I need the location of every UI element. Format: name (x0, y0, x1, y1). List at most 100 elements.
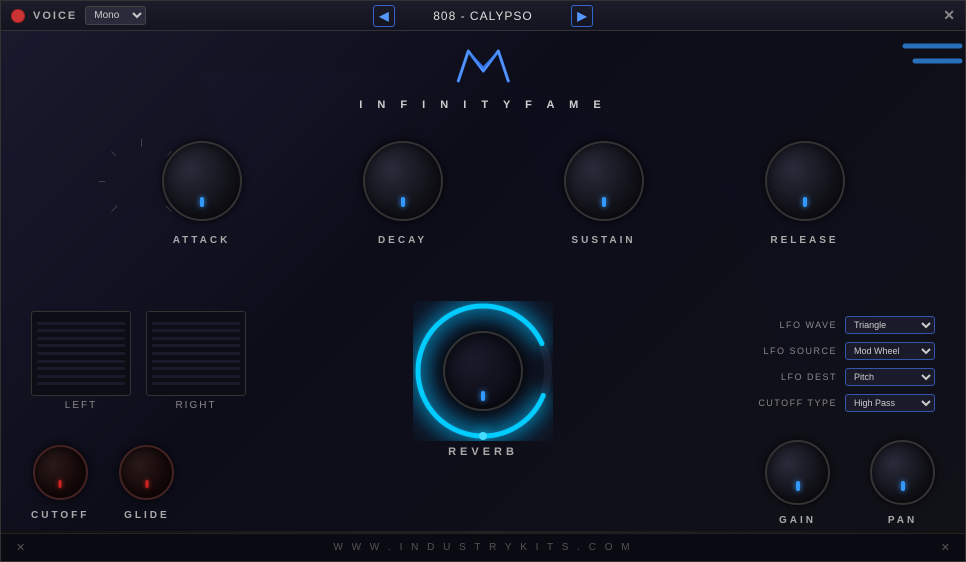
attack-knob[interactable] (162, 141, 242, 221)
pan-group: PAN (870, 440, 935, 526)
nav-prev-button[interactable]: ◀ (373, 5, 395, 27)
lfo-wave-row: LFO WAVE Triangle Sine Square Sawtooth (752, 316, 935, 334)
panel-line (152, 367, 240, 370)
panel-line (152, 360, 240, 363)
panel-line (152, 329, 240, 332)
panel-line (37, 344, 125, 347)
top-bar-right: ✕ (943, 7, 955, 25)
cutoff-indicator (59, 480, 62, 488)
glide-group: GLIDE (119, 445, 174, 521)
footer: ✕ W W W . I N D U S T R Y K I T S . C O … (1, 533, 965, 561)
corner-decoration (885, 31, 965, 111)
left-panel (31, 311, 131, 396)
sustain-knob[interactable] (564, 141, 644, 221)
pan-label: PAN (888, 515, 917, 526)
nav-section: ◀ 808 - CALYPSO ▶ (373, 5, 593, 27)
right-panel-label: RIGHT (175, 400, 216, 411)
decay-label: DECAY (378, 235, 427, 246)
topbar-close-button[interactable]: ✕ (943, 7, 955, 23)
panel-line (152, 322, 240, 325)
panel-line (37, 367, 125, 370)
plugin-container: VOICE Mono Poly Legato ◀ 808 - CALYPSO ▶… (0, 0, 966, 562)
panel-line (152, 382, 240, 385)
lfo-dest-row: LFO DEST Pitch Cutoff Volume (752, 368, 935, 386)
release-indicator (803, 197, 807, 207)
panel-line (37, 329, 125, 332)
decay-knob[interactable] (363, 141, 443, 221)
gain-knob[interactable] (765, 440, 830, 505)
glide-indicator (145, 480, 148, 488)
right-panel-lines (147, 312, 245, 395)
reverb-knob[interactable] (443, 331, 523, 411)
attack-indicator (200, 197, 204, 207)
gain-label: GAIN (779, 515, 816, 526)
right-panel-group: RIGHT (146, 311, 246, 411)
lfo-source-label: LFO SOURCE (752, 346, 837, 356)
sustain-indicator (602, 197, 606, 207)
lfo-wave-select[interactable]: Triangle Sine Square Sawtooth (845, 316, 935, 334)
panels-row: LEFT RIGHT (31, 311, 246, 411)
panel-line (37, 382, 125, 385)
cutoff-type-label: CUTOFF TYPE (752, 398, 837, 408)
footer-close-right[interactable]: ✕ (941, 541, 950, 554)
preset-name: 808 - CALYPSO (403, 9, 563, 23)
left-panel-group: LEFT (31, 311, 131, 411)
pan-knob[interactable] (870, 440, 935, 505)
panel-line (37, 352, 125, 355)
logo-text: I N F I N I T Y F A M E (359, 99, 606, 111)
panels-container: LEFT RIGHT (31, 311, 246, 411)
cutoff-group: CUTOFF (31, 445, 89, 521)
adsr-area: ATTACK DECAY SUSTAIN RELEASE (101, 141, 905, 256)
gain-indicator (796, 481, 800, 491)
top-bar-left: VOICE Mono Poly Legato (11, 6, 146, 25)
logo-svg (448, 36, 518, 91)
release-knob[interactable] (765, 141, 845, 221)
panel-line (37, 322, 125, 325)
lfo-dest-label: LFO DEST (752, 372, 837, 382)
lfo-dest-select[interactable]: Pitch Cutoff Volume (845, 368, 935, 386)
lfo-source-row: LFO SOURCE Mod Wheel Velocity Aftertouch (752, 342, 935, 360)
voice-label: VOICE (33, 10, 77, 22)
top-bar: VOICE Mono Poly Legato ◀ 808 - CALYPSO ▶… (1, 1, 965, 31)
cutoff-type-row: CUTOFF TYPE High Pass Low Pass Band Pass… (752, 394, 935, 412)
pan-indicator (901, 481, 905, 491)
gain-group: GAIN (765, 440, 830, 526)
decay-indicator (401, 197, 405, 207)
sustain-group: SUSTAIN (564, 141, 644, 246)
reverb-area: REVERB (413, 301, 553, 458)
attack-label: ATTACK (173, 235, 231, 246)
attack-group: ATTACK (162, 141, 242, 246)
reverb-ring (413, 301, 553, 441)
panel-line (152, 344, 240, 347)
sustain-label: SUSTAIN (571, 235, 635, 246)
cutoff-type-select[interactable]: High Pass Low Pass Band Pass Notch (845, 394, 935, 412)
lfo-source-select[interactable]: Mod Wheel Velocity Aftertouch (845, 342, 935, 360)
logo-area: I N F I N I T Y F A M E (359, 36, 606, 111)
left-panel-label: LEFT (65, 400, 97, 411)
glide-label: GLIDE (124, 510, 170, 521)
left-panel-lines (32, 312, 130, 395)
lfo-wave-label: LFO WAVE (752, 320, 837, 330)
close-button[interactable] (11, 9, 25, 23)
right-panel (146, 311, 246, 396)
cutoff-label: CUTOFF (31, 510, 89, 521)
panel-line (37, 375, 125, 378)
glide-knob[interactable] (119, 445, 174, 500)
bottom-right-knobs: GAIN PAN (765, 440, 935, 526)
panel-line (152, 337, 240, 340)
cutoff-knob[interactable] (33, 445, 88, 500)
panel-line (152, 352, 240, 355)
lfo-area: LFO WAVE Triangle Sine Square Sawtooth L… (752, 316, 935, 412)
footer-url: W W W . I N D U S T R Y K I T S . C O M (333, 542, 632, 553)
release-label: RELEASE (770, 235, 838, 246)
panel-line (37, 360, 125, 363)
nav-next-button[interactable]: ▶ (571, 5, 593, 27)
voice-select[interactable]: Mono Poly Legato (85, 6, 146, 25)
panel-line (37, 337, 125, 340)
release-group: RELEASE (765, 141, 845, 246)
panel-line (152, 375, 240, 378)
bottom-knobs-area: CUTOFF GLIDE GAIN PAN (1, 445, 965, 521)
footer-close-left[interactable]: ✕ (16, 541, 25, 554)
reverb-knob-indicator (481, 391, 485, 401)
decay-group: DECAY (363, 141, 443, 246)
